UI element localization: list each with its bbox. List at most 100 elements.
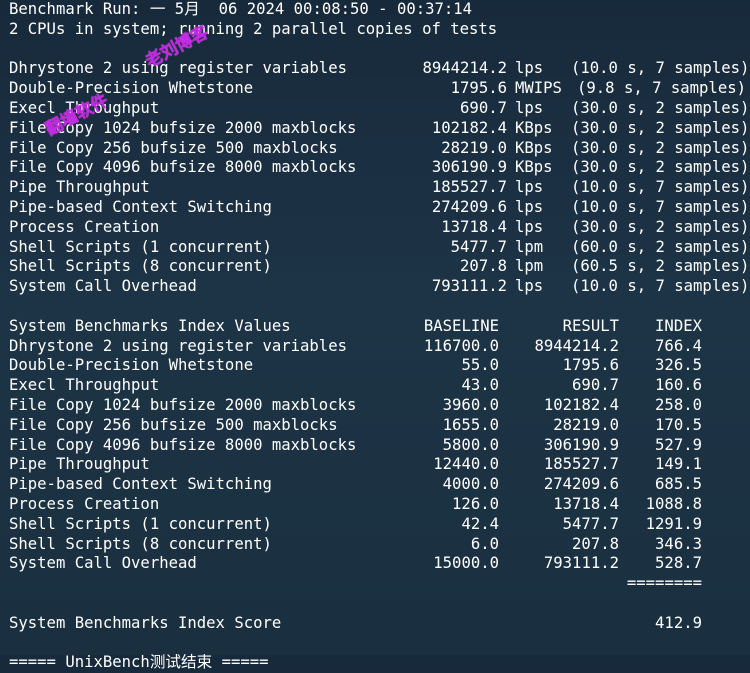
index-value: 685.5 bbox=[655, 475, 702, 494]
result-row: Shell Scripts (1 concurrent) 5477.7 lpm (60… bbox=[9, 237, 749, 258]
result-value: 793111.2 bbox=[431, 277, 507, 296]
index-row: File Copy 4096 bufsize 8000 maxblocks 580… bbox=[9, 436, 746, 456]
index-baseline: 3960.0 bbox=[442, 395, 499, 414]
result-value: 13718.4 bbox=[441, 217, 507, 236]
index-table-title: System Benchmarks Index Values bbox=[9, 316, 291, 335]
index-score-value: 412.9 bbox=[655, 613, 702, 632]
index-row: Process Creation 126.0 13718.4 1088.8 bbox=[9, 495, 746, 515]
index-row: Dhrystone 2 using register variables 1167… bbox=[9, 337, 746, 357]
result-unit: MWIPS bbox=[515, 79, 562, 98]
result-value: 1795.6 bbox=[450, 79, 507, 98]
index-name: Shell Scripts (1 concurrent) bbox=[9, 514, 272, 533]
index-row: Shell Scripts (1 concurrent) 42.4 5477.7 12… bbox=[9, 515, 746, 535]
result-unit: lpm bbox=[515, 237, 544, 256]
result-info: (30.0 s, 2 samples) bbox=[571, 217, 750, 236]
index-result: 274209.6 bbox=[543, 475, 619, 494]
result-value: 207.8 bbox=[460, 257, 507, 276]
result-unit: KBps bbox=[515, 138, 553, 157]
results-list: Dhrystone 2 using register variables 8944… bbox=[9, 59, 750, 297]
index-row: Pipe-based Context Switching 4000.0 274209… bbox=[9, 475, 746, 495]
index-value: 258.0 bbox=[655, 395, 702, 414]
index-name: Double-Precision Whetstone bbox=[9, 356, 254, 375]
index-result: 185527.7 bbox=[543, 455, 619, 474]
index-baseline: 15000.0 bbox=[433, 554, 499, 573]
result-row: File Copy 256 bufsize 500 maxblocks 28219… bbox=[9, 138, 749, 159]
result-name: Shell Scripts (1 concurrent) bbox=[9, 237, 272, 256]
result-unit: lps bbox=[515, 217, 544, 236]
result-info: (30.0 s, 2 samples) bbox=[571, 118, 750, 137]
result-row: Pipe Throughput 185527.7 lps (10.0 s, 7 sam… bbox=[9, 178, 750, 198]
index-value: 527.9 bbox=[655, 435, 702, 454]
result-value: 274209.6 bbox=[431, 197, 507, 216]
result-name: System Call Overhead bbox=[9, 277, 197, 296]
result-row: File Copy 1024 bufsize 2000 maxblocks 102… bbox=[9, 118, 750, 139]
index-name: Pipe Throughput bbox=[9, 455, 150, 474]
col-baseline-header: BASELINE bbox=[423, 316, 499, 335]
index-name: Shell Scripts (8 concurrent) bbox=[9, 534, 272, 553]
index-result: 13718.4 bbox=[553, 494, 619, 513]
index-score-line: System Benchmarks Index Score 412.9 bbox=[9, 614, 746, 634]
result-unit: lps bbox=[515, 197, 544, 216]
result-unit: lps bbox=[515, 178, 544, 197]
index-name: Dhrystone 2 using register variables bbox=[9, 336, 347, 355]
result-name: Process Creation bbox=[9, 217, 160, 236]
result-info: (10.0 s, 7 samples) bbox=[571, 59, 750, 78]
col-result-header: RESULT bbox=[562, 316, 619, 335]
index-baseline: 55.0 bbox=[461, 356, 499, 375]
benchmark-run-header: Benchmark Run: 一 5月 06 2024 00:08:50 - 0… bbox=[9, 0, 473, 18]
result-row: Double-Precision Whetstone 1795.6 MWIPS (9.… bbox=[9, 79, 746, 99]
result-value: 8944214.2 bbox=[422, 59, 508, 78]
index-result: 28219.0 bbox=[553, 415, 619, 434]
result-name: File Copy 256 bufsize 500 maxblocks bbox=[9, 138, 338, 157]
index-name: File Copy 4096 bufsize 8000 maxblocks bbox=[9, 435, 357, 454]
result-row: File Copy 4096 bufsize 8000 maxblocks 306… bbox=[9, 158, 750, 178]
result-value: 28219.0 bbox=[441, 138, 507, 157]
result-unit: KBps bbox=[515, 158, 553, 177]
index-baseline: 1655.0 bbox=[442, 415, 499, 434]
index-baseline: 42.4 bbox=[461, 514, 499, 533]
result-info: (30.0 s, 2 samples) bbox=[571, 98, 750, 117]
result-value: 306190.9 bbox=[431, 158, 507, 177]
result-name: File Copy 4096 bufsize 8000 maxblocks bbox=[9, 158, 357, 177]
result-name: Pipe-based Context Switching bbox=[9, 197, 272, 216]
index-name: Execl Throughput bbox=[9, 376, 160, 395]
footer-line: ===== UnixBench测试结束 ===== bbox=[9, 653, 269, 672]
index-value: 149.1 bbox=[655, 455, 702, 474]
index-value: 1088.8 bbox=[645, 494, 702, 513]
index-name: System Call Overhead bbox=[9, 554, 197, 573]
index-table-rows: Dhrystone 2 using register variables 1167… bbox=[9, 337, 746, 575]
result-value: 185527.7 bbox=[431, 178, 507, 197]
index-result: 5477.7 bbox=[562, 514, 619, 533]
index-score-label: System Benchmarks Index Score bbox=[9, 613, 282, 632]
result-unit: KBps bbox=[515, 118, 553, 137]
col-index-header: INDEX bbox=[655, 316, 702, 335]
index-baseline: 43.0 bbox=[461, 376, 499, 395]
result-info: (10.0 s, 7 samples) bbox=[571, 277, 750, 296]
index-row: Execl Throughput 43.0 690.7 160.6 bbox=[9, 376, 746, 396]
index-row: File Copy 1024 bufsize 2000 maxblocks 396… bbox=[9, 396, 746, 416]
index-row: Pipe Throughput 12440.0 185527.7 149.1 bbox=[9, 455, 746, 475]
terminal-output: Benchmark Run: 一 5月 06 2024 00:08:50 - 0… bbox=[9, 0, 750, 673]
result-info: (30.0 s, 2 samples) bbox=[571, 158, 750, 177]
index-value: 170.5 bbox=[655, 415, 702, 434]
index-baseline: 5800.0 bbox=[442, 435, 499, 454]
result-info: (10.0 s, 7 samples) bbox=[571, 178, 750, 197]
result-unit: lps bbox=[515, 98, 544, 117]
result-row: Shell Scripts (8 concurrent) 207.8 lpm (60.… bbox=[9, 257, 749, 277]
index-value: 528.7 bbox=[655, 554, 702, 573]
result-row: System Call Overhead 793111.2 lps (10.0 s, … bbox=[9, 277, 750, 297]
index-baseline: 6.0 bbox=[470, 534, 499, 553]
result-name: Double-Precision Whetstone bbox=[9, 79, 254, 98]
result-row: Pipe-based Context Switching 274209.6 lps (… bbox=[9, 197, 749, 218]
index-name: Pipe-based Context Switching bbox=[9, 475, 272, 494]
result-unit: lps bbox=[515, 277, 544, 296]
index-baseline: 4000.0 bbox=[442, 475, 499, 494]
index-result: 207.8 bbox=[572, 534, 619, 553]
index-row: Double-Precision Whetstone 55.0 1795.6 326.… bbox=[9, 356, 746, 376]
index-value: 326.5 bbox=[655, 356, 702, 375]
index-name: File Copy 1024 bufsize 2000 maxblocks bbox=[9, 395, 357, 414]
